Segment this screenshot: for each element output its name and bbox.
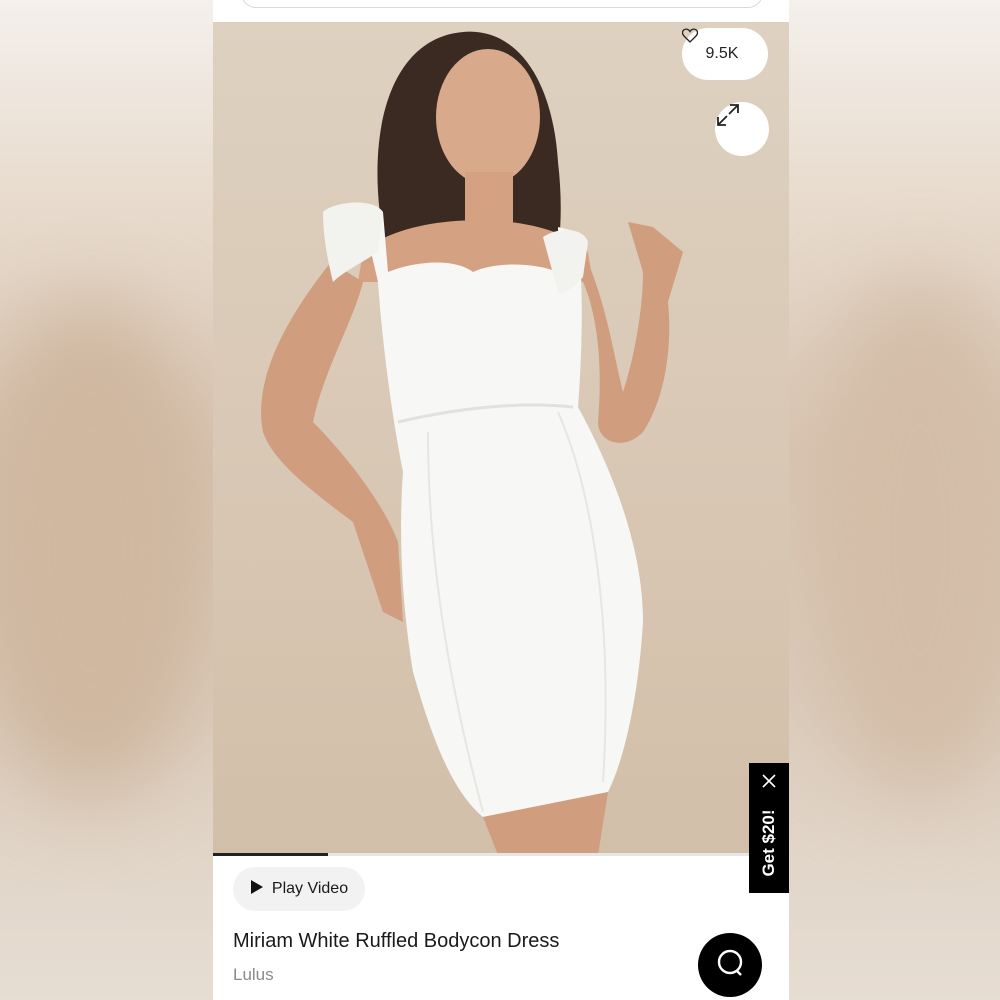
play-icon (250, 879, 264, 900)
chat-icon (714, 947, 746, 984)
expand-button[interactable] (715, 102, 769, 156)
chat-button[interactable] (698, 933, 762, 997)
backdrop-blur-left (0, 300, 220, 800)
promo-label: Get $20! (759, 809, 778, 877)
play-video-label: Play Video (271, 880, 349, 897)
likes-count: 9.5K (705, 45, 739, 62)
product-brand[interactable]: Lulus (233, 965, 274, 985)
media-progress-fill (213, 853, 329, 856)
close-icon[interactable] (760, 772, 778, 790)
product-screen: 9.5K Play Video Miriam White Ruffled Bod… (213, 0, 789, 1000)
likes-button[interactable]: 9.5K (682, 28, 768, 80)
model-photo (261, 31, 683, 855)
search-bar-edge[interactable] (241, 0, 763, 8)
play-video-button[interactable]: Play Video (233, 867, 365, 911)
product-title: Miriam White Ruffled Bodycon Dress (233, 930, 560, 952)
backdrop-blur-right (800, 280, 1000, 800)
media-progress-bar (213, 853, 789, 856)
top-bar (213, 0, 789, 22)
promo-tab[interactable]: Get $20! (749, 763, 789, 893)
product-image[interactable]: 9.5K (213, 22, 789, 855)
